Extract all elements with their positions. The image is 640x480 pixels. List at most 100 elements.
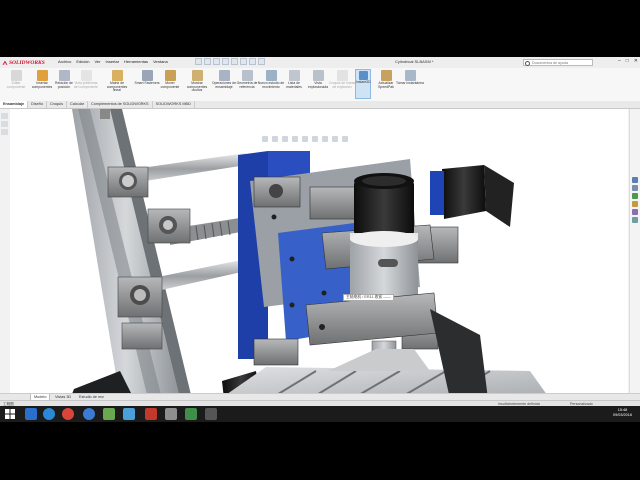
appearances-icon[interactable] [632,209,638,215]
edit-component-icon [10,70,22,81]
edge-icon[interactable] [83,408,95,420]
property-manager-icon[interactable] [1,121,8,127]
solidworks-icon[interactable] [103,408,115,420]
cnc-assembly-model[interactable] [10,109,628,399]
ribbon-label: Mostrar componentes ocultos [186,81,208,93]
component-preview-icon [80,70,92,81]
assembly-features-icon [218,70,230,81]
move-component-button[interactable]: Mover componente [156,69,184,99]
show-hidden-button[interactable]: Mostrar componentes ocultos [183,69,211,99]
quick-access-toolbar [195,58,265,65]
insert-components-icon [36,70,48,81]
new-icon[interactable] [195,58,202,65]
rear-profile [100,109,110,119]
graphics-area[interactable]: 主轴电机 / ER11 收紧 —— [10,109,628,399]
menu-herramientas[interactable]: Herramientas [124,59,148,64]
menu-ver[interactable]: Ver [94,59,100,64]
rebuild-icon[interactable] [249,58,256,65]
tab-diseno[interactable]: Diseño [28,101,47,108]
command-manager-ribbon: Editar componente Insertar componentes R… [0,68,640,102]
config-manager-icon[interactable] [1,129,8,135]
resources-icon[interactable] [632,177,638,183]
ribbon-label: Actualizar SpeedPak [378,81,394,89]
design-library-icon[interactable] [632,185,638,191]
section-view-icon[interactable] [292,136,298,142]
menu-ventana[interactable]: Ventana [153,59,168,64]
clock-date: 09/03/2016 [612,413,632,417]
instant3d-icon [358,71,368,80]
solidworks-window: SOLIDWORKS Archivo Edición Ver Insertar … [0,57,640,422]
ribbon-label: Lista de materiales [286,81,302,89]
scene-icon[interactable] [342,136,348,142]
snapshot-icon [404,70,416,81]
close-button[interactable]: ✕ [634,58,638,64]
task-pane-tabs [629,109,640,399]
exploded-view-icon [312,70,324,81]
file-explorer-icon[interactable] [632,193,638,199]
move-component-icon [164,70,176,81]
show-hidden-icon [191,70,203,81]
solidworks-logo[interactable]: SOLIDWORKS [2,58,45,67]
bom-icon [288,70,300,81]
explode-line-button[interactable]: Croquis de líneas de explosión [328,69,356,99]
ribbon-label: Mover componente [160,81,180,89]
snapshot-button[interactable]: Tomar instantánea [396,69,424,99]
search-input[interactable]: Documentos de ayuda [523,58,593,66]
edit-appearance-icon[interactable] [332,136,338,142]
ribbon-label: Vista explosionada [308,81,328,89]
tab-ensamblaje[interactable]: Ensamblaje [0,101,29,108]
explorer-icon[interactable] [43,408,55,420]
print-icon[interactable] [222,58,229,65]
system-clock[interactable]: 15:48 09/03/2016 [613,408,632,418]
tab-mbd[interactable]: SOLIDWORKS MBD [153,101,195,108]
menu-archivo[interactable]: Archivo [58,59,71,64]
component-annotation: 主轴电机 / ER11 收紧 —— [343,294,394,301]
save-icon[interactable] [213,58,220,65]
vlc-icon[interactable] [165,408,177,420]
ds-logo-icon [2,60,8,65]
search-placeholder: Documentos de ayuda [532,60,568,65]
zoom-fit-icon[interactable] [262,136,268,142]
maximize-button[interactable]: □ [626,58,629,64]
chrome-icon[interactable] [62,408,74,420]
command-tabs: Ensamblaje Diseño Croquis Calcular Compl… [0,101,640,109]
instant3d-button[interactable]: Instant3D [355,69,371,99]
start-icon[interactable] [4,408,16,420]
options-icon[interactable] [258,58,265,65]
ribbon-label: Tomar instantánea [396,81,424,85]
ribbon-label: Relación de posición [55,81,73,89]
linear-pattern-icon [111,70,123,81]
previous-view-icon[interactable] [282,136,288,142]
minimize-button[interactable]: – [618,58,621,64]
tab-croquis[interactable]: Croquis [47,101,68,108]
folder-icon[interactable] [145,408,157,420]
menu-insertar[interactable]: Insertar [105,59,119,64]
undo-icon[interactable] [231,58,238,65]
menu-edicion[interactable]: Edición [76,59,89,64]
custom-properties-icon[interactable] [632,217,638,223]
notepad-icon[interactable] [123,408,135,420]
heads-up-view-toolbar [262,136,348,142]
zoom-area-icon[interactable] [272,136,278,142]
media-icon[interactable] [185,408,197,420]
tab-complementos[interactable]: Complementos de SOLIDWORKS [88,101,153,108]
open-icon[interactable] [204,58,211,65]
view-palette-icon[interactable] [632,201,638,207]
edit-component-button[interactable]: Editar componente [2,69,30,99]
tab-calcular[interactable]: Calcular [67,101,88,108]
display-style-icon[interactable] [312,136,318,142]
motion-study-icon [265,70,277,81]
select-icon[interactable] [240,58,247,65]
linear-pattern-button[interactable]: Matriz de componentes lineal [103,69,131,99]
feature-tree-icon[interactable] [1,113,8,119]
document-title: Cylindrical SLBASM * [395,59,434,64]
logo-text: SOLIDWORKS [9,59,45,66]
ribbon-label: Editar componente [6,81,26,89]
ribbon-label: Vista preliminar del componente [73,81,99,89]
view-orientation-icon[interactable] [302,136,308,142]
recorder-icon[interactable] [205,408,217,420]
ie-icon[interactable] [25,408,37,420]
component-preview-button[interactable]: Vista preliminar del componente [72,69,100,99]
hide-show-icon[interactable] [322,136,328,142]
status-units[interactable]: Personalizado [570,402,593,406]
